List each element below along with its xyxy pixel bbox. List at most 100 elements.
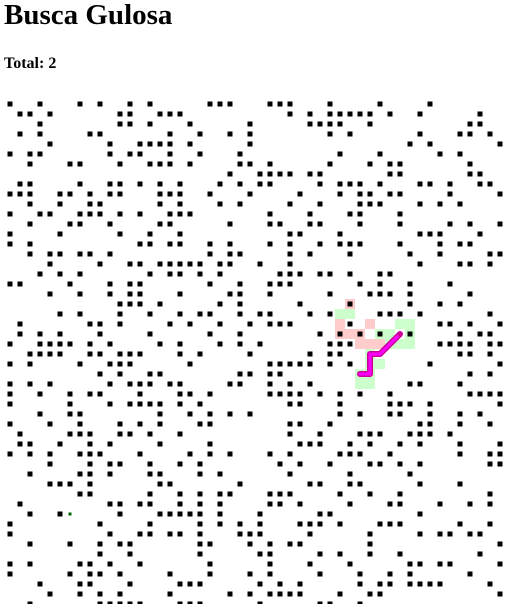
total-counter: Total: 2 xyxy=(4,55,56,73)
wall-cell xyxy=(67,571,73,577)
wall-cell xyxy=(157,511,163,517)
wall-cell xyxy=(437,581,443,587)
wall-cell xyxy=(187,391,193,397)
wall-cell xyxy=(337,241,343,247)
wall-cell xyxy=(187,161,193,167)
wall-cell xyxy=(277,101,283,107)
wall-cell xyxy=(277,171,283,177)
wall-cell xyxy=(127,111,133,117)
wall-cell xyxy=(117,541,123,547)
wall-cell xyxy=(37,211,43,217)
wall-cell xyxy=(117,161,123,167)
wall-cell xyxy=(147,491,153,497)
wall-cell xyxy=(107,341,113,347)
wall-cell xyxy=(277,581,283,587)
wall-cell xyxy=(197,461,203,467)
wall-cell xyxy=(117,111,123,117)
wall-cell xyxy=(497,391,503,397)
visited-cell xyxy=(335,319,345,329)
wall-cell xyxy=(177,491,183,497)
wall-cell xyxy=(127,401,133,407)
wall-cell xyxy=(467,161,473,167)
wall-cell xyxy=(297,391,303,397)
wall-cell xyxy=(177,531,183,537)
wall-cell xyxy=(397,521,403,527)
wall-cell xyxy=(147,121,153,127)
wall-cell xyxy=(87,201,93,207)
wall-cell xyxy=(177,341,183,347)
wall-cell xyxy=(157,111,163,117)
wall-cell xyxy=(7,231,13,237)
wall-cell xyxy=(267,321,273,327)
wall-cell xyxy=(47,251,53,257)
wall-cell xyxy=(267,311,273,317)
wall-cell xyxy=(117,301,123,307)
wall-cell xyxy=(257,511,263,517)
wall-cell xyxy=(337,591,343,597)
visited-cell xyxy=(365,319,375,329)
wall-cell xyxy=(157,161,163,167)
wall-cell xyxy=(497,441,503,447)
wall-cell xyxy=(177,461,183,467)
wall-cell xyxy=(497,251,503,257)
wall-cell xyxy=(297,541,303,547)
wall-cell xyxy=(57,311,63,317)
wall-cell xyxy=(357,221,363,227)
wall-cell xyxy=(7,421,13,427)
wall-cell xyxy=(127,361,133,367)
wall-cell xyxy=(147,271,153,277)
wall-cell xyxy=(287,101,293,107)
wall-cell xyxy=(237,381,243,387)
wall-cell xyxy=(137,501,143,507)
wall-cell xyxy=(457,521,463,527)
wall-cell xyxy=(67,481,73,487)
wall-cell xyxy=(27,201,33,207)
wall-cell xyxy=(317,521,323,527)
wall-cell xyxy=(217,341,223,347)
wall-cell xyxy=(457,351,463,357)
wall-cell xyxy=(387,271,393,277)
wall-cell xyxy=(437,201,443,207)
wall-cell xyxy=(417,201,423,207)
wall-cell xyxy=(37,271,43,277)
wall-cell xyxy=(307,561,313,567)
wall-cell xyxy=(347,561,353,567)
wall-cell xyxy=(147,311,153,317)
wall-cell xyxy=(127,541,133,547)
wall-cell xyxy=(237,201,243,207)
wall-cell xyxy=(357,191,363,197)
wall-cell xyxy=(117,371,123,377)
wall-cell xyxy=(317,221,323,227)
wall-cell xyxy=(327,291,333,297)
wall-cell xyxy=(437,241,443,247)
wall-cell xyxy=(467,501,473,507)
search-grid[interactable] xyxy=(0,94,510,604)
wall-cell xyxy=(97,391,103,397)
wall-cell xyxy=(427,431,433,437)
wall-cell xyxy=(397,311,403,317)
wall-cell xyxy=(77,471,83,477)
wall-cell xyxy=(317,551,323,557)
wall-cell xyxy=(447,431,453,437)
wall-cell xyxy=(57,331,63,337)
wall-cell xyxy=(397,401,403,407)
wall-cell xyxy=(197,581,203,587)
wall-cell xyxy=(7,451,13,457)
wall-cell xyxy=(347,481,353,487)
wall-cell xyxy=(437,231,443,237)
wall-cell xyxy=(167,161,173,167)
wall-cell xyxy=(447,191,453,197)
wall-cell xyxy=(77,251,83,257)
wall-cell xyxy=(447,281,453,287)
wall-cell xyxy=(247,541,253,547)
wall-cell xyxy=(487,421,493,427)
wall-cell xyxy=(177,511,183,517)
wall-cell xyxy=(7,521,13,527)
wall-cell xyxy=(127,261,133,267)
wall-cell xyxy=(77,581,83,587)
wall-cell xyxy=(217,321,223,327)
wall-cell xyxy=(237,161,243,167)
wall-cell xyxy=(497,191,503,197)
wall-cell xyxy=(47,341,53,347)
wall-cell xyxy=(27,541,33,547)
